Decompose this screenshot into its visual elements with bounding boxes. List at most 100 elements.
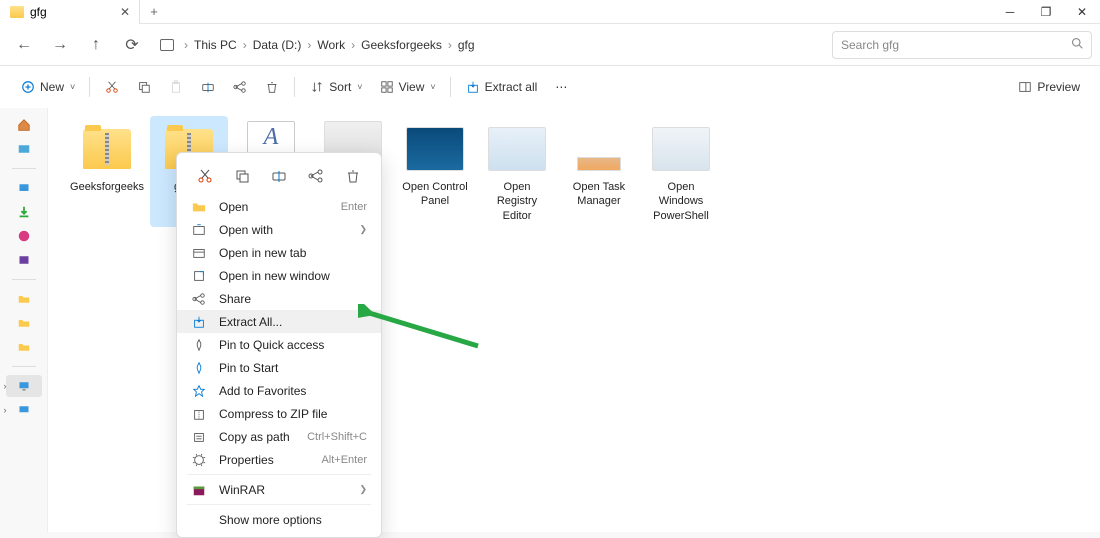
context-menu-item[interactable]: Compress to ZIP file — [177, 402, 381, 425]
close-tab-icon[interactable]: ✕ — [117, 4, 133, 20]
sidebar-folder[interactable] — [6, 312, 42, 334]
navbar: ← → ↑ ⟳ › This PC › Data (D:) › Work › G… — [0, 24, 1100, 66]
rename-icon — [200, 79, 216, 95]
file-item[interactable]: Open Registry Editor — [478, 116, 556, 227]
sidebar-folder[interactable] — [6, 288, 42, 310]
context-menu-label: Add to Favorites — [219, 384, 367, 398]
sidebar-this-pc[interactable]: › — [6, 375, 42, 397]
sidebar-home[interactable] — [6, 114, 42, 136]
sort-button[interactable]: Sort ˅ — [303, 72, 368, 102]
file-thumbnail — [570, 120, 628, 178]
context-menu-label: Extract All... — [219, 315, 367, 329]
context-menu-item[interactable]: Show more options — [177, 508, 381, 531]
context-menu-item[interactable]: Pin to Start — [177, 356, 381, 379]
ctx-delete-button[interactable] — [340, 163, 366, 189]
sidebar-gallery[interactable] — [6, 138, 42, 160]
sort-label: Sort — [329, 80, 351, 94]
tab-gfg[interactable]: gfg ✕ — [0, 0, 140, 24]
ctx-copy-button[interactable] — [229, 163, 255, 189]
preview-button[interactable]: Preview — [1011, 72, 1086, 102]
file-label: Open Task Manager — [564, 180, 634, 209]
folder-icon — [10, 6, 24, 18]
breadcrumb-item[interactable]: Data (D:) — [253, 38, 302, 52]
sidebar-desktop[interactable] — [6, 177, 42, 199]
delete-button[interactable] — [258, 72, 286, 102]
context-menu-item[interactable]: OpenEnter — [177, 195, 381, 218]
file-label: Open Windows PowerShell — [646, 180, 716, 223]
scissors-icon — [104, 79, 120, 95]
window-controls: ─ ❐ ✕ — [992, 0, 1100, 24]
breadcrumb[interactable]: › This PC › Data (D:) › Work › Geeksforg… — [152, 38, 828, 52]
folder-icon — [191, 199, 207, 215]
up-button[interactable]: ↑ — [80, 29, 112, 61]
search-input[interactable]: Search gfg — [832, 31, 1092, 59]
context-menu-item[interactable]: Add to Favorites — [177, 379, 381, 402]
context-menu-label: Open in new tab — [219, 246, 367, 260]
view-button[interactable]: View ˅ — [373, 72, 442, 102]
paste-icon — [168, 79, 184, 95]
share-icon — [191, 291, 207, 307]
context-menu-item[interactable]: Extract All... — [177, 310, 381, 333]
sidebar-folder[interactable] — [6, 336, 42, 358]
copy-button[interactable] — [130, 72, 158, 102]
breadcrumb-item[interactable]: Work — [317, 38, 345, 52]
cut-button[interactable] — [98, 72, 126, 102]
copy-icon — [136, 79, 152, 95]
context-menu-item[interactable]: Open in new window — [177, 264, 381, 287]
more-button[interactable]: ⋯ — [547, 72, 575, 102]
pin-icon — [191, 337, 207, 353]
context-menu-item[interactable]: PropertiesAlt+Enter — [177, 448, 381, 471]
context-menu-label: Pin to Quick access — [219, 338, 367, 352]
context-menu-item[interactable]: Copy as pathCtrl+Shift+C — [177, 425, 381, 448]
maximize-button[interactable]: ❐ — [1028, 0, 1064, 24]
context-menu-item[interactable]: Pin to Quick access — [177, 333, 381, 356]
context-menu-item[interactable]: Open with❯ — [177, 218, 381, 241]
file-label: Open Control Panel — [400, 180, 470, 209]
context-menu-label: Properties — [219, 453, 309, 467]
context-menu: OpenEnterOpen with❯ Open in new tab Open i… — [176, 152, 382, 538]
minimize-button[interactable]: ─ — [992, 0, 1028, 24]
extract-icon — [191, 314, 207, 330]
more-icon — [191, 512, 207, 528]
breadcrumb-item[interactable]: This PC — [194, 38, 237, 52]
breadcrumb-item[interactable]: Geeksforgeeks — [361, 38, 442, 52]
sidebar-network[interactable]: › — [6, 399, 42, 421]
file-thumbnail — [406, 120, 464, 178]
new-button[interactable]: New ˅ — [14, 72, 81, 102]
context-menu-item[interactable]: Open in new tab — [177, 241, 381, 264]
openwith-icon — [191, 222, 207, 238]
sidebar-downloads[interactable] — [6, 201, 42, 223]
ctx-cut-button[interactable] — [192, 163, 218, 189]
forward-button[interactable]: → — [44, 29, 76, 61]
context-menu-label: Copy as path — [219, 430, 295, 444]
view-icon — [379, 79, 395, 95]
sidebar-music[interactable] — [6, 225, 42, 247]
copypath-icon — [191, 429, 207, 445]
file-item[interactable]: Open Windows PowerShell — [642, 116, 720, 227]
file-item[interactable]: Open Task Manager — [560, 116, 638, 227]
file-thumbnail — [78, 120, 136, 178]
ctx-share-button[interactable] — [303, 163, 329, 189]
rename-button[interactable] — [194, 72, 222, 102]
paste-button[interactable] — [162, 72, 190, 102]
file-item[interactable]: Open Control Panel — [396, 116, 474, 227]
new-label: New — [40, 80, 64, 94]
sidebar-videos[interactable] — [6, 249, 42, 271]
context-menu-item[interactable]: WinRAR❯ — [177, 478, 381, 501]
file-item[interactable]: Geeksforgeeks — [68, 116, 146, 227]
refresh-button[interactable]: ⟳ — [116, 29, 148, 61]
ctx-rename-button[interactable] — [266, 163, 292, 189]
tab-title: gfg — [30, 5, 47, 19]
breadcrumb-item[interactable]: gfg — [458, 38, 475, 52]
sidebar: › › — [0, 108, 48, 532]
preview-icon — [1017, 79, 1033, 95]
context-menu-label: Share — [219, 292, 367, 306]
close-button[interactable]: ✕ — [1064, 0, 1100, 24]
context-menu-label: Show more options — [219, 513, 367, 527]
context-menu-item[interactable]: Share — [177, 287, 381, 310]
file-thumbnail — [652, 120, 710, 178]
share-button[interactable] — [226, 72, 254, 102]
extract-all-button[interactable]: Extract all — [459, 72, 544, 102]
back-button[interactable]: ← — [8, 29, 40, 61]
add-tab-button[interactable]: + — [140, 4, 168, 19]
